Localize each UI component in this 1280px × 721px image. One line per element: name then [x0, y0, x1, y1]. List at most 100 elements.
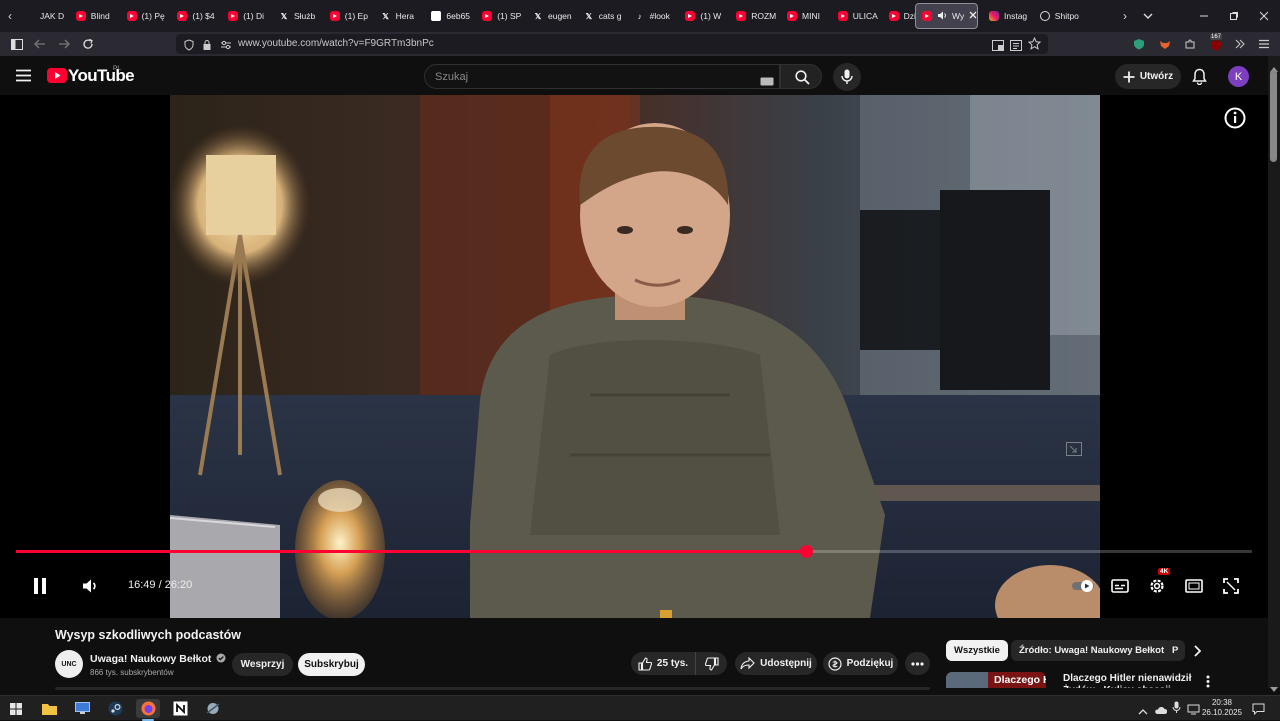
browser-tab[interactable]: 𝕏 Hera [375, 3, 422, 29]
start-windows-icon[interactable] [6, 699, 26, 718]
voice-search-button[interactable] [833, 63, 861, 91]
browser-tab[interactable]: (1) $4 [171, 3, 218, 29]
extensions-puzzle-icon[interactable] [1182, 36, 1198, 52]
steam-icon[interactable] [105, 699, 125, 718]
minimize-window-icon[interactable] [1196, 8, 1212, 24]
search-input[interactable]: Szukaj [424, 64, 780, 89]
browser-tab[interactable]: (1) Ep [324, 3, 371, 29]
browser-tab[interactable]: Instag [983, 3, 1030, 29]
youtube-logo-text[interactable]: YouTube [68, 66, 135, 86]
browser-tab[interactable]: 𝕏cats g [578, 3, 625, 29]
forward-icon[interactable] [56, 36, 72, 52]
permissions-icon[interactable] [220, 38, 232, 56]
browser-tab[interactable]: (1) Di [222, 3, 269, 29]
browser-tab[interactable]: 6eb65 [425, 3, 472, 29]
browser-tab[interactable]: JAK D [19, 3, 66, 29]
onedrive-cloud-icon[interactable] [1154, 702, 1168, 720]
join-button[interactable]: Wesprzyj [232, 653, 293, 676]
video-frame[interactable] [170, 95, 1100, 618]
browser-tab[interactable]: Wy [915, 3, 978, 29]
browser-tab[interactable]: ♪ #look [629, 3, 676, 29]
list-tabs-icon[interactable] [1140, 8, 1156, 24]
network-tray-icon[interactable] [1187, 702, 1200, 720]
more-actions-button[interactable] [905, 652, 930, 675]
pause-button[interactable] [29, 575, 51, 597]
page-scrollbar[interactable] [1268, 56, 1280, 692]
guide-menu-icon[interactable] [16, 69, 31, 87]
progress-scrubber-handle[interactable] [799, 545, 813, 558]
fox-extension-icon[interactable] [1157, 36, 1173, 52]
notion-icon[interactable] [170, 699, 190, 718]
progress-bar[interactable] [16, 545, 1252, 558]
chip-all[interactable]: Wszystkie [946, 640, 1008, 661]
tab-audio-playing-icon[interactable] [937, 11, 947, 22]
mute-button[interactable] [79, 575, 101, 597]
fullscreen-button[interactable] [1220, 575, 1242, 597]
adblock-extension-icon[interactable] [1131, 36, 1147, 52]
browser-tab[interactable]: (1) Pę [121, 3, 168, 29]
video-info-icon[interactable] [1224, 107, 1246, 134]
share-button[interactable]: Udostępnij [735, 652, 817, 675]
account-avatar[interactable]: K [1228, 66, 1249, 87]
app-menu-icon[interactable] [1256, 36, 1272, 52]
like-button[interactable]: 25 tys. [631, 652, 695, 675]
subscribe-button[interactable]: Subskrybuj [298, 653, 365, 676]
keyboard-icon[interactable] [760, 73, 774, 91]
chip-partial[interactable]: P [1165, 640, 1185, 661]
subtitles-button[interactable] [1109, 575, 1131, 597]
chip-source-channel[interactable]: Źródło: Uwaga! Naukowy Bełkot [1011, 640, 1173, 661]
next-video-thumbnail[interactable]: Dlaczego Hitler [946, 672, 1046, 688]
network-tool-icon[interactable] [203, 699, 223, 718]
channel-name-text[interactable]: Uwaga! Naukowy Bełkot [90, 653, 211, 665]
scroll-tabs-left-icon[interactable]: ‹ [3, 8, 17, 24]
back-icon[interactable] [32, 36, 48, 52]
next-video-title[interactable]: Dlaczego Hitler nienawidził Żydów - Kuli… [1063, 673, 1201, 688]
create-button[interactable]: Utwórz [1115, 64, 1181, 89]
settings-button[interactable]: 4K [1146, 568, 1171, 597]
close-tab-icon[interactable] [969, 11, 977, 21]
next-video-menu-icon[interactable] [1206, 675, 1210, 693]
more-tools-icon[interactable] [1232, 36, 1248, 52]
computer-app-icon[interactable] [72, 699, 92, 718]
browser-tab[interactable]: Shitpo [1034, 3, 1081, 29]
search-button[interactable] [780, 64, 822, 89]
autoplay-toggle[interactable] [1071, 575, 1097, 597]
channel-avatar[interactable]: UNC [55, 650, 83, 678]
video-player[interactable]: 16:49 / 26:20 4K [0, 95, 1268, 618]
microphone-tray-icon[interactable] [1172, 701, 1181, 719]
address-bar[interactable]: www.youtube.com/watch?v=F9GRTm3bnPc [176, 34, 1048, 54]
bookmark-star-icon[interactable] [1027, 36, 1042, 55]
close-window-icon[interactable] [1256, 8, 1272, 24]
reader-view-icon[interactable] [1010, 38, 1022, 56]
url-text[interactable]: www.youtube.com/watch?v=F9GRTm3bnPc [238, 38, 434, 49]
channel-name[interactable]: Uwaga! Naukowy Bełkot [90, 653, 226, 665]
tracking-shield-icon[interactable] [184, 38, 194, 56]
picture-in-picture-icon[interactable] [992, 38, 1004, 56]
notifications-bell-icon[interactable] [1192, 68, 1207, 90]
reload-icon[interactable] [80, 36, 96, 52]
theater-mode-button[interactable] [1183, 575, 1205, 597]
lock-icon[interactable] [202, 38, 212, 56]
notification-center-icon[interactable] [1252, 702, 1265, 720]
system-clock[interactable]: 20:38 26.10.2025 [1202, 698, 1242, 718]
firefox-taskbar-icon[interactable] [136, 699, 160, 721]
browser-tab[interactable]: Blind [70, 3, 117, 29]
scroll-tabs-right-icon[interactable]: › [1118, 8, 1132, 24]
browser-tab[interactable]: ROZM [730, 3, 777, 29]
browser-tab[interactable]: (1) SP [476, 3, 523, 29]
sidebar-toggle-icon[interactable] [9, 36, 25, 52]
browser-tab[interactable]: ULICA [832, 3, 879, 29]
browser-tab[interactable]: (1) W [679, 3, 726, 29]
browser-tab[interactable]: 𝕏eugen [527, 3, 574, 29]
scrollbar-thumb[interactable] [1270, 70, 1277, 162]
youtube-logo-icon[interactable] [47, 68, 67, 83]
tray-overflow-icon[interactable] [1138, 703, 1148, 721]
dislike-button[interactable] [695, 652, 727, 675]
browser-tab[interactable]: 𝕏 Służb [273, 3, 320, 29]
restore-window-icon[interactable] [1226, 8, 1242, 24]
ublock-extension-icon[interactable]: 167 [1208, 34, 1224, 54]
chips-next-arrow-icon[interactable] [1190, 643, 1204, 664]
browser-tab[interactable]: MINI [781, 3, 828, 29]
file-explorer-icon[interactable] [39, 699, 59, 718]
thanks-button[interactable]: Podziękuj [823, 652, 898, 675]
